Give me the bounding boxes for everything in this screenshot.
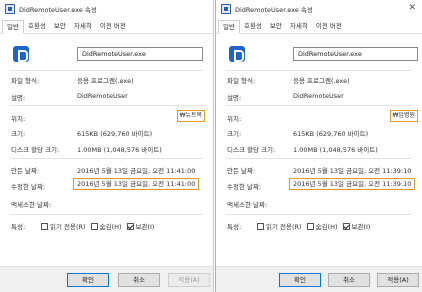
modified-value: 2016년 5월 13일 금요일, 오전 11:39:10 xyxy=(289,178,416,190)
archive-checkbox[interactable]: 보관(I) xyxy=(342,221,371,231)
type-value: 응용 프로그램(.exe) xyxy=(293,77,350,85)
window-title: DidRemoteUser.exe 속성 xyxy=(235,5,313,14)
properties-window-left: DidRemoteUser.exe 속성 일반 호환성 보안 자세히 이전 버전… xyxy=(0,0,214,292)
created-value: 2016년 5월 13일 금요일, 오전 11:41:00 xyxy=(77,167,196,175)
type-value: 응용 프로그램(.exe) xyxy=(77,77,134,85)
attributes-row: 특성: 읽기 전용(R) 숨김(H) 보관(I) xyxy=(11,221,159,231)
readonly-checkbox-box[interactable] xyxy=(257,222,264,230)
archive-checkbox-label: 보관(I) xyxy=(135,223,155,231)
size-value: 615KB (629,760 바이트) xyxy=(77,130,153,138)
tab-previous-versions[interactable]: 이전 버전 xyxy=(312,20,346,34)
tab-strip: 일반 호환성 보안 자세히 이전 버전 xyxy=(216,20,422,34)
divider xyxy=(10,105,203,106)
tab-security[interactable]: 보안 xyxy=(50,20,70,34)
attributes-row: 특성: 읽기 전용(R) 숨김(H) 보관(I) xyxy=(227,221,375,231)
type-label: 파일 형식: xyxy=(227,77,256,85)
accessed-label: 액세스한 날짜: xyxy=(227,201,268,209)
location-label: 위치: xyxy=(11,115,26,123)
attributes-label: 특성: xyxy=(11,223,26,231)
accessed-label: 액세스한 날짜: xyxy=(11,201,52,209)
tab-general[interactable]: 일반 xyxy=(2,20,24,34)
hidden-checkbox-label: 숨김(H) xyxy=(315,223,338,231)
divider xyxy=(226,105,412,106)
properties-window-right: DidRemoteUser.exe 속성 ✕ 일반 호환성 보안 자세히 이전 … xyxy=(215,0,422,292)
apply-button[interactable]: 적용(A) xyxy=(377,273,419,287)
modified-label: 수정한 날짜: xyxy=(11,183,46,191)
location-value: ₩입병원 xyxy=(389,110,418,122)
archive-checkbox[interactable]: 보관(I) xyxy=(126,221,155,231)
readonly-checkbox[interactable]: 읽기 전용(R) xyxy=(41,221,86,231)
modified-value: 2016년 5월 13일 금요일, 오전 11:41:00 xyxy=(73,178,200,190)
hidden-checkbox-box[interactable] xyxy=(306,222,314,230)
divider xyxy=(226,70,412,71)
size-on-disk-label: 디스크 할당 크기: xyxy=(11,146,60,154)
divider xyxy=(10,70,203,71)
tab-previous-versions[interactable]: 이전 버전 xyxy=(96,20,130,34)
divider xyxy=(226,158,412,159)
created-label: 만든 날짜: xyxy=(11,167,40,175)
general-tab-content: DidRemoteUser.exe 파일 형식: 응용 프로그램(.exe) 설… xyxy=(216,34,422,266)
attributes-label: 특성: xyxy=(227,223,242,231)
readonly-checkbox[interactable]: 읽기 전용(R) xyxy=(257,221,302,231)
description-value: DidRemoteUser xyxy=(293,92,344,100)
size-on-disk-value: 1.00MB (1,048,576 바이트) xyxy=(293,146,378,154)
location-label: 위치: xyxy=(227,115,242,123)
description-label: 설명: xyxy=(11,94,26,102)
ok-button[interactable]: 확인 xyxy=(67,273,109,287)
hidden-checkbox[interactable]: 숨김(H) xyxy=(306,221,338,231)
created-label: 만든 날짜: xyxy=(227,167,256,175)
divider xyxy=(226,214,412,215)
file-name-field[interactable]: DidRemoteUser.exe xyxy=(293,47,418,61)
tab-security[interactable]: 보안 xyxy=(266,20,286,34)
general-tab-content: DidRemoteUser.exe 파일 형식: 응용 프로그램(.exe) 설… xyxy=(0,34,213,266)
location-value: ₩뉴트목 xyxy=(176,110,205,122)
type-label: 파일 형식: xyxy=(11,77,40,85)
description-value: DidRemoteUser xyxy=(77,92,128,100)
archive-checkbox-box[interactable] xyxy=(342,222,350,230)
readonly-checkbox-box[interactable] xyxy=(41,222,48,230)
size-label: 크기: xyxy=(11,130,26,138)
close-icon[interactable]: ✕ xyxy=(408,2,416,14)
dialog-footer: 확인 취소 적용(A) xyxy=(0,266,213,292)
size-on-disk-value: 1.00MB (1,048,576 바이트) xyxy=(77,146,162,154)
file-app-icon xyxy=(13,46,29,62)
tab-compatibility[interactable]: 호환성 xyxy=(24,20,50,34)
tab-details[interactable]: 자세히 xyxy=(70,20,96,34)
file-app-icon xyxy=(229,46,245,62)
readonly-checkbox-label: 읽기 전용(R) xyxy=(50,223,86,231)
hidden-checkbox[interactable]: 숨김(H) xyxy=(90,221,122,231)
tab-strip: 일반 호환성 보안 자세히 이전 버전 xyxy=(0,20,213,34)
size-label: 크기: xyxy=(227,130,242,138)
modified-label: 수정한 날짜: xyxy=(227,183,262,191)
tab-general[interactable]: 일반 xyxy=(218,20,240,34)
size-on-disk-label: 디스크 할당 크기: xyxy=(227,146,276,154)
title-bar[interactable]: DidRemoteUser.exe 속성 xyxy=(0,0,213,17)
divider xyxy=(10,158,203,159)
window-title: DidRemoteUser.exe 속성 xyxy=(19,5,97,14)
divider xyxy=(10,214,203,215)
title-bar[interactable]: DidRemoteUser.exe 속성 ✕ xyxy=(216,0,422,17)
app-icon xyxy=(221,3,231,14)
tab-details[interactable]: 자세히 xyxy=(286,20,312,34)
dialog-footer: 확인 취소 적용(A) xyxy=(216,266,422,292)
ok-button[interactable]: 확인 xyxy=(279,273,321,287)
cancel-button[interactable]: 취소 xyxy=(328,273,370,287)
hidden-checkbox-label: 숨김(H) xyxy=(99,223,122,231)
archive-checkbox-label: 보관(I) xyxy=(351,223,371,231)
hidden-checkbox-box[interactable] xyxy=(90,222,98,230)
archive-checkbox-box[interactable] xyxy=(126,222,134,230)
readonly-checkbox-label: 읽기 전용(R) xyxy=(266,223,302,231)
size-value: 615KB (629,760 바이트) xyxy=(293,130,369,138)
cancel-button[interactable]: 취소 xyxy=(118,273,160,287)
description-label: 설명: xyxy=(227,94,242,102)
apply-button[interactable]: 적용(A) xyxy=(168,273,210,287)
app-icon xyxy=(5,3,15,14)
created-value: 2016년 5월 13일 금요일, 오전 11:39:10 xyxy=(293,167,412,175)
tab-compatibility[interactable]: 호환성 xyxy=(240,20,266,34)
file-name-field[interactable]: DidRemoteUser.exe xyxy=(77,47,203,61)
